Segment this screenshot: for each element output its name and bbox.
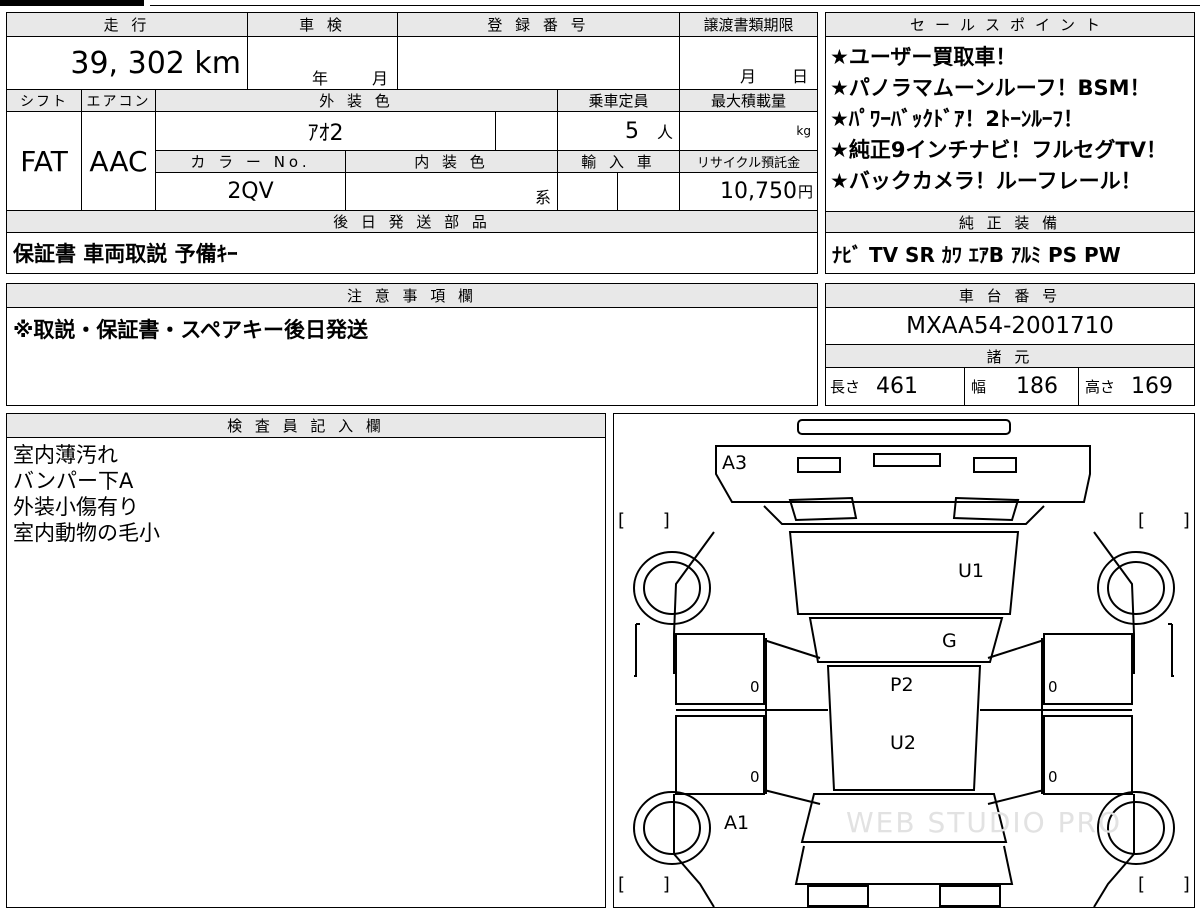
mark-u1: U1 [958, 560, 984, 582]
car-diagram: A3 U1 G P2 U2 A1 0 0 0 0 [ ] [ ] [ ] [ ]… [613, 413, 1195, 908]
sales-point-item: ★純正9インチナビ！フルセグTV！ [830, 138, 1168, 162]
sales-point-item: ★ﾊﾟﾜｰﾊﾞｯｸﾄﾞｱ！2ﾄｰﾝﾙｰﾌ！ [830, 107, 1084, 131]
chassis-box: 車 台 番 号 MXAA54-2001710 諸 元 長さ 461 幅 186 … [825, 283, 1195, 406]
sales-point-item: ★ユーザー買取車！ [830, 45, 1017, 69]
length-label: 長さ [830, 378, 861, 396]
mark-g: G [942, 630, 957, 652]
aircon-value: AAC [81, 112, 155, 210]
door-right-rear: 0 [1048, 768, 1058, 786]
spec-table: 走 行 車 検 登 録 番 号 譲渡書類期限 39, 302 km 年 月 月 … [6, 12, 818, 274]
transfer-deadline-label: 譲渡書類期限 [679, 13, 817, 37]
mark-a1: A1 [724, 812, 750, 834]
width-value: 186 [1016, 374, 1059, 399]
inspection-label: 車 検 [247, 13, 397, 37]
height-value: 169 [1131, 374, 1174, 399]
transfer-day-unit: 日 [792, 67, 809, 86]
exterior-color-extra [495, 112, 557, 150]
inspector-line: 室内薄汚れ [13, 443, 118, 467]
mileage-label: 走 行 [7, 13, 247, 37]
sales-points-label: セールスポイント [826, 13, 1194, 37]
dimensions-label: 諸 元 [826, 344, 1194, 368]
recycle-value: 10,750 円 [679, 173, 817, 210]
capacity-number: 5 [624, 118, 639, 144]
mark-a3: A3 [722, 452, 748, 474]
max-load-label: 最大積載量 [679, 90, 817, 112]
inspector-line: 外装小傷有り [13, 495, 139, 519]
max-load-unit: kg [796, 124, 811, 138]
shift-label: シフト [7, 90, 81, 112]
dimension-length: 長さ 461 [826, 368, 964, 405]
inspector-line: 室内動物の毛小 [13, 521, 160, 545]
sales-points-list: ★ユーザー買取車！ ★パノラマムーンルーフ！BSM！ ★ﾊﾟﾜｰﾊﾞｯｸﾄﾞｱ！… [826, 42, 1194, 197]
notes-value: ※取説・保証書・スペアキー後日発送 [13, 318, 368, 342]
capacity-value: 5 人 [557, 112, 679, 150]
inspector-lines: 室内薄汚れ バンパー下A 外装小傷有り 室内動物の毛小 [7, 442, 160, 546]
import-value-b [617, 173, 679, 210]
top-strip [0, 0, 1200, 6]
factory-equipment-value: ﾅﾋﾞ TV SR ｶﾜ ｴｱB ｱﾙﾐ PS PW [832, 242, 1121, 267]
bracket-right-top: [ ] [1138, 510, 1190, 531]
import-value-a [557, 173, 617, 210]
dimension-width: 幅 186 [964, 368, 1078, 405]
inspection-value: 年 月 [247, 37, 397, 89]
registration-value [397, 37, 679, 89]
import-label: 輸 入 車 [557, 151, 679, 173]
mark-u2: U2 [890, 732, 916, 754]
sales-points-box: セールスポイント ★ユーザー買取車！ ★パノラマムーンルーフ！BSM！ ★ﾊﾟﾜ… [825, 12, 1195, 274]
shift-value: FAT [20, 144, 68, 178]
exterior-color-label: 外 装 色 [155, 90, 557, 112]
inspection-month-unit: 月 [372, 69, 389, 88]
interior-color-value: 系 [345, 173, 557, 210]
length-value: 461 [876, 374, 919, 399]
bracket-right-bottom: [ ] [1138, 874, 1190, 895]
notes-label: 注 意 事 項 欄 [7, 284, 817, 308]
later-parts-label: 後 日 発 送 部 品 [7, 211, 817, 233]
transfer-deadline-value: 月 日 [679, 37, 817, 89]
inspector-line: バンパー下A [13, 469, 134, 493]
notes-box: 注 意 事 項 欄 ※取説・保証書・スペアキー後日発送 [6, 283, 818, 406]
inspection-year-unit: 年 [312, 69, 329, 88]
color-no-value: 2QV [155, 173, 345, 210]
door-left-rear: 0 [750, 768, 760, 786]
sales-point-item: ★パノラマムーンルーフ！BSM！ [830, 76, 1151, 100]
sales-point-item: ★バックカメラ！ルーフレール！ [830, 169, 1142, 193]
bracket-left-top: [ ] [618, 510, 670, 531]
door-left-front: 0 [750, 678, 760, 696]
mark-p2: P2 [890, 674, 914, 696]
color-no-label: カ ラ ー No. [155, 151, 345, 173]
width-label: 幅 [971, 378, 987, 396]
watermark: WEB STUDIO PRO [846, 806, 1122, 839]
registration-label: 登 録 番 号 [397, 13, 679, 37]
bracket-left-bottom: [ ] [618, 874, 670, 895]
inspector-box: 検 査 員 記 入 欄 室内薄汚れ バンパー下A 外装小傷有り 室内動物の毛小 [6, 413, 606, 908]
recycle-label: リサイクル預託金 [679, 151, 817, 173]
max-load-value: kg [679, 112, 817, 150]
recycle-amount: 10,750 [720, 179, 797, 204]
later-parts-value: 保証書 車両取説 予備ｷｰ [13, 242, 238, 266]
interior-color-suffix: 系 [534, 188, 551, 207]
inspector-label: 検 査 員 記 入 欄 [7, 414, 605, 438]
door-right-front: 0 [1048, 678, 1058, 696]
chassis-value: MXAA54-2001710 [906, 313, 1114, 339]
interior-color-label: 内 装 色 [345, 151, 557, 173]
exterior-color-value: ｱｵ2 [155, 112, 495, 150]
capacity-unit: 人 [656, 123, 673, 142]
transfer-month-unit: 月 [740, 67, 757, 86]
mileage-value: 39, 302 km [70, 45, 241, 81]
aircon-label: エアコン [81, 90, 155, 112]
capacity-label: 乗車定員 [557, 90, 679, 112]
factory-equipment-label: 純 正 装 備 [826, 211, 1194, 233]
chassis-label: 車 台 番 号 [826, 284, 1194, 308]
height-label: 高さ [1085, 378, 1116, 396]
dimension-height: 高さ 169 [1078, 368, 1194, 405]
recycle-unit: 円 [797, 183, 813, 201]
